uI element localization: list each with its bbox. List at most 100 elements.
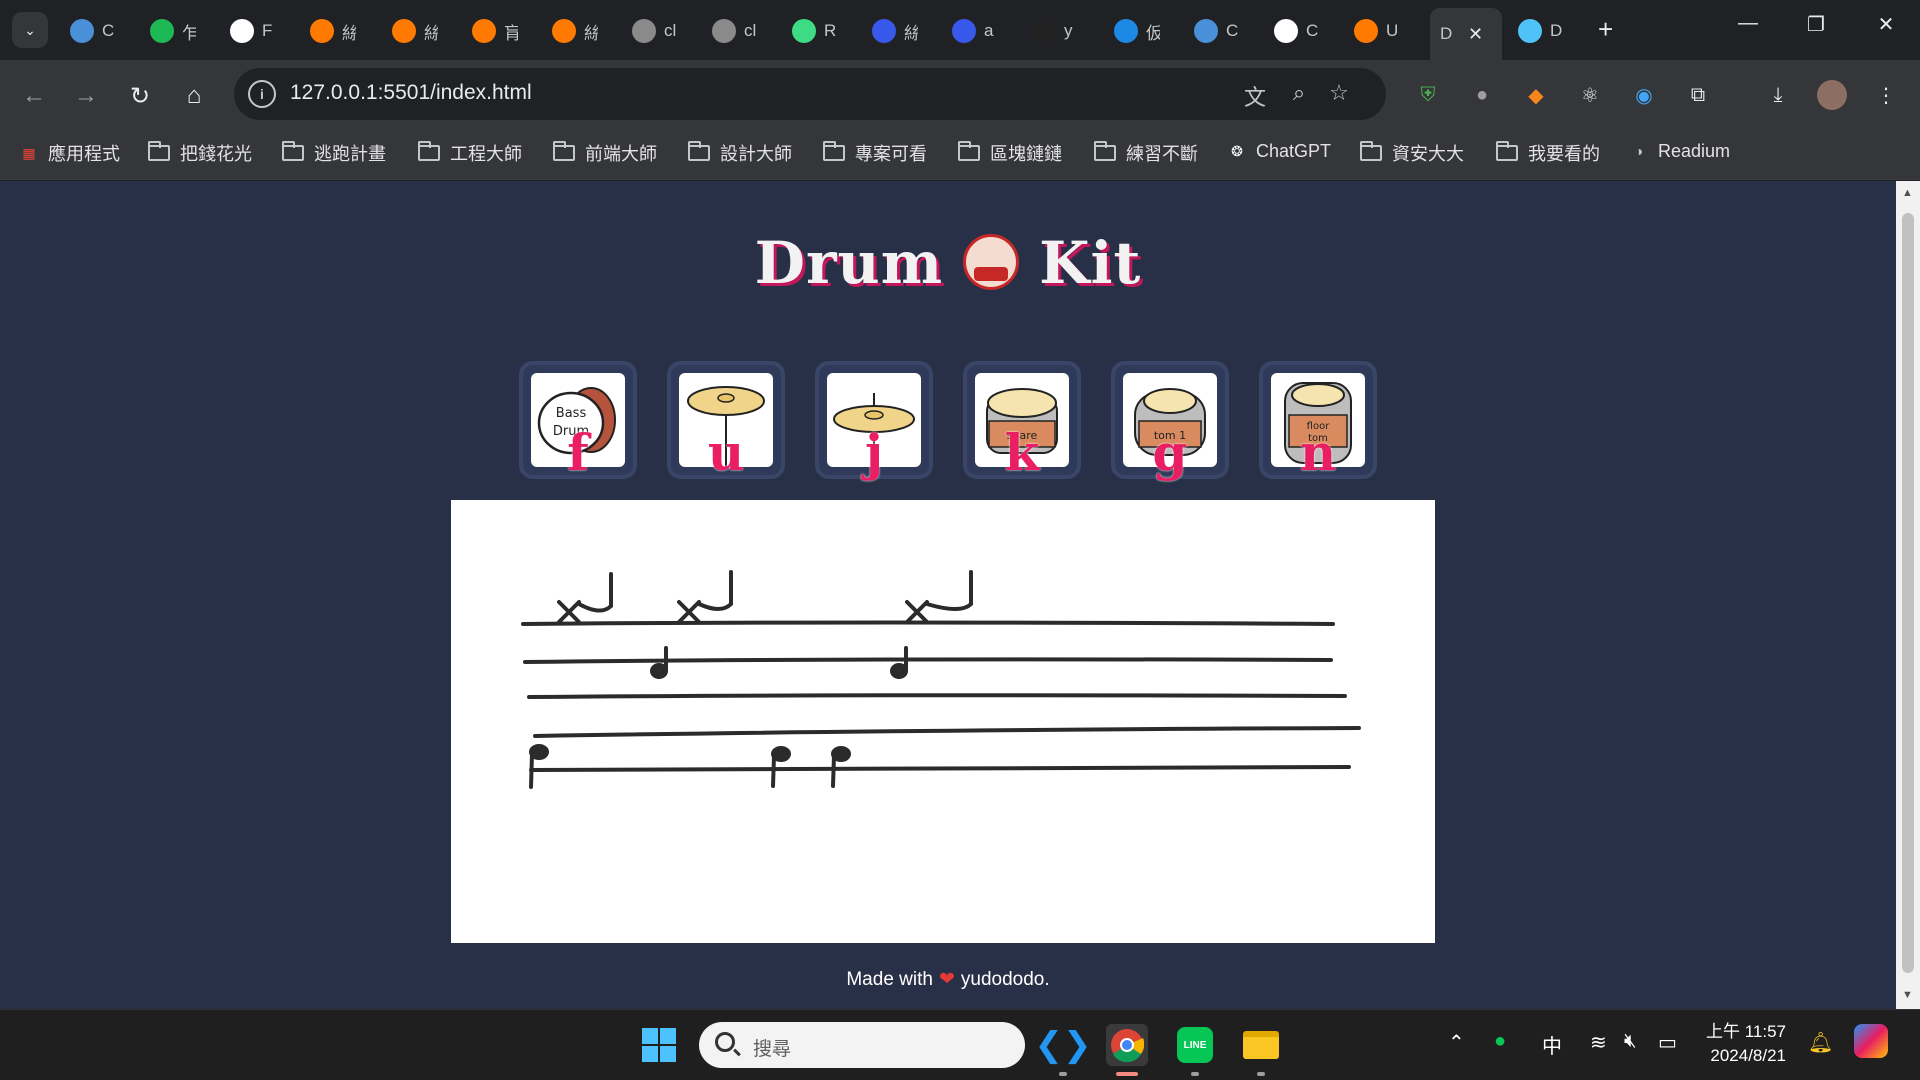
tray-overflow-icon[interactable]: ⌃ (1448, 1030, 1465, 1055)
reload-button[interactable]: ↻ (122, 78, 158, 114)
drum-key-ride-cymbal[interactable]: j (815, 361, 933, 482)
bookmark-item[interactable]: 前端大師 (553, 140, 657, 166)
browser-tab[interactable]: D ✕ (1430, 8, 1502, 60)
browser-tab[interactable]: 仮 (1104, 10, 1178, 52)
folder-icon (958, 141, 980, 161)
browser-tab[interactable]: C (1184, 10, 1258, 52)
wifi-icon[interactable]: ≋ (1590, 1030, 1607, 1055)
windows-start-icon[interactable] (638, 1024, 680, 1066)
forward-button[interactable]: → (68, 78, 104, 114)
footer-author[interactable]: yudododo. (961, 969, 1050, 990)
chrome-icon[interactable] (1106, 1024, 1148, 1066)
cymbal-note-3 (905, 570, 973, 624)
bookmark-item[interactable]: 設計大師 (688, 140, 792, 166)
key-letter: u (707, 423, 745, 482)
browser-tab[interactable]: 絲 (300, 10, 374, 52)
vscode-icon[interactable]: ❮❯ (1035, 1024, 1092, 1066)
tab-search-button[interactable]: ⌄ (12, 12, 48, 48)
line-icon[interactable]: LINE (1174, 1024, 1216, 1066)
globe-icon (632, 19, 656, 43)
shield-extension-icon[interactable]: ⛨ (1413, 80, 1443, 110)
104-icon (310, 19, 334, 43)
bookmark-item[interactable]: 專案可看 (823, 140, 927, 166)
close-window-button[interactable]: ✕ (1866, 12, 1906, 37)
apps-grid-icon: ▦ (22, 144, 36, 161)
bookmark-item[interactable]: ◑ Readium (1628, 140, 1730, 162)
drum-key-crash-cymbal[interactable]: u (667, 361, 785, 482)
react-devtools-icon[interactable]: ⚛ (1575, 80, 1605, 110)
chrome-indicator (1116, 1072, 1138, 1076)
bookmark-item[interactable]: ▦ 應用程式 (18, 140, 120, 166)
browser-tab[interactable]: cl (702, 10, 776, 52)
drum-key-snare[interactable]: snare k (963, 361, 1081, 482)
clock-time: 上午 11:57 (1706, 1022, 1787, 1041)
line-tray-icon[interactable]: ● (1494, 1030, 1506, 1053)
download-icon[interactable]: ⤓ (1763, 80, 1793, 110)
volume-muted-icon[interactable]: 🔇︎ (1624, 1030, 1637, 1053)
github-icon (1032, 19, 1056, 43)
browser-tab[interactable]: 絲 (382, 10, 456, 52)
url-text[interactable]: 127.0.0.1:5501/index.html (290, 81, 532, 105)
browser-tab[interactable]: cl (622, 10, 696, 52)
browser-tab[interactable]: C (1264, 10, 1338, 52)
scroll-up-arrow[interactable]: ▲ (1902, 187, 1913, 199)
bookmark-star-icon[interactable]: ☆ (1324, 80, 1354, 106)
drum-key-tom-1[interactable]: tom 1g (1111, 361, 1229, 482)
bookmark-item[interactable]: 工程大師 (418, 140, 522, 166)
notification-bell-icon[interactable]: 🔔︎ (1808, 1030, 1833, 1055)
scroll-down-arrow[interactable]: ▼ (1902, 989, 1913, 1001)
extensions-puzzle-icon[interactable]: ⧉ (1683, 80, 1713, 110)
browser-tab[interactable]: a (942, 10, 1016, 52)
staff-line-3 (527, 693, 1347, 699)
browser-tab[interactable]: y (1022, 10, 1096, 52)
bookmark-item[interactable]: 把錢花光 (148, 140, 252, 166)
profile-avatar[interactable] (1817, 80, 1847, 110)
openai-icon (1274, 19, 1298, 43)
browser-tab[interactable]: 絲 (862, 10, 936, 52)
sync-extension-icon[interactable]: ◉ (1629, 80, 1659, 110)
system-clock[interactable]: 上午 11:57 2024/8/21 (1706, 1020, 1786, 1068)
vscode-indicator (1059, 1072, 1067, 1076)
browser-tab[interactable]: 絲 (542, 10, 616, 52)
browser-tab[interactable]: F (220, 10, 294, 52)
drum-key-floor-tom[interactable]: floor tom n (1259, 361, 1377, 482)
page-scrollbar[interactable]: ▲ ▼ (1896, 181, 1920, 1009)
browser-tab[interactable]: D (1508, 10, 1582, 52)
battery-icon[interactable]: ▭ (1658, 1030, 1677, 1055)
browser-tab[interactable]: R (782, 10, 856, 52)
new-tab-button[interactable]: + (1598, 14, 1613, 45)
footer-prefix: Made with (846, 969, 933, 990)
staff-line-5 (529, 765, 1351, 772)
file-explorer-icon[interactable] (1240, 1024, 1282, 1066)
bookmark-item[interactable]: 區塊鏈鏈 (958, 140, 1062, 166)
browser-tab[interactable]: C (60, 10, 134, 52)
browser-tab[interactable]: U (1344, 10, 1418, 52)
drum-key-bass-drum[interactable]: Bass Drum f (519, 361, 637, 482)
taskbar-search[interactable]: 搜尋 (699, 1022, 1025, 1068)
tab-title: D (1440, 24, 1453, 43)
scroll-thumb[interactable] (1902, 213, 1914, 973)
bookmark-item[interactable]: ❂ ChatGPT (1226, 140, 1331, 162)
translate-icon[interactable]: 文 (1240, 80, 1270, 112)
back-button[interactable]: ← (16, 78, 52, 114)
extension-icon[interactable]: ● (1467, 80, 1497, 110)
browser-tab[interactable]: 乍 (140, 10, 214, 52)
ime-indicator[interactable]: 中 (1542, 1030, 1562, 1059)
browser-tab[interactable]: 肓 (462, 10, 536, 52)
bookmark-label: 我要看的 (1528, 144, 1600, 164)
bookmark-item[interactable]: 我要看的 (1496, 140, 1600, 166)
zoom-icon[interactable]: ⌕ (1284, 80, 1314, 106)
address-bar[interactable]: i 127.0.0.1:5501/index.html 文 ⌕ ☆ (234, 68, 1386, 120)
minimize-button[interactable]: — (1728, 12, 1768, 35)
tab-title: F (262, 21, 273, 40)
menu-kebab-icon[interactable]: ⋮ (1871, 80, 1901, 110)
copilot-icon[interactable] (1854, 1024, 1888, 1058)
home-button[interactable]: ⌂ (176, 78, 212, 114)
restore-button[interactable]: ❐ (1796, 12, 1836, 37)
metamask-icon[interactable]: ◆ (1521, 80, 1551, 110)
bookmark-item[interactable]: 練習不斷 (1094, 140, 1198, 166)
close-tab-icon[interactable]: ✕ (1468, 24, 1483, 45)
bookmark-item[interactable]: 資安大大 (1360, 140, 1464, 166)
site-info-icon[interactable]: i (248, 80, 276, 108)
bookmark-item[interactable]: 逃跑計畫 (282, 140, 386, 166)
